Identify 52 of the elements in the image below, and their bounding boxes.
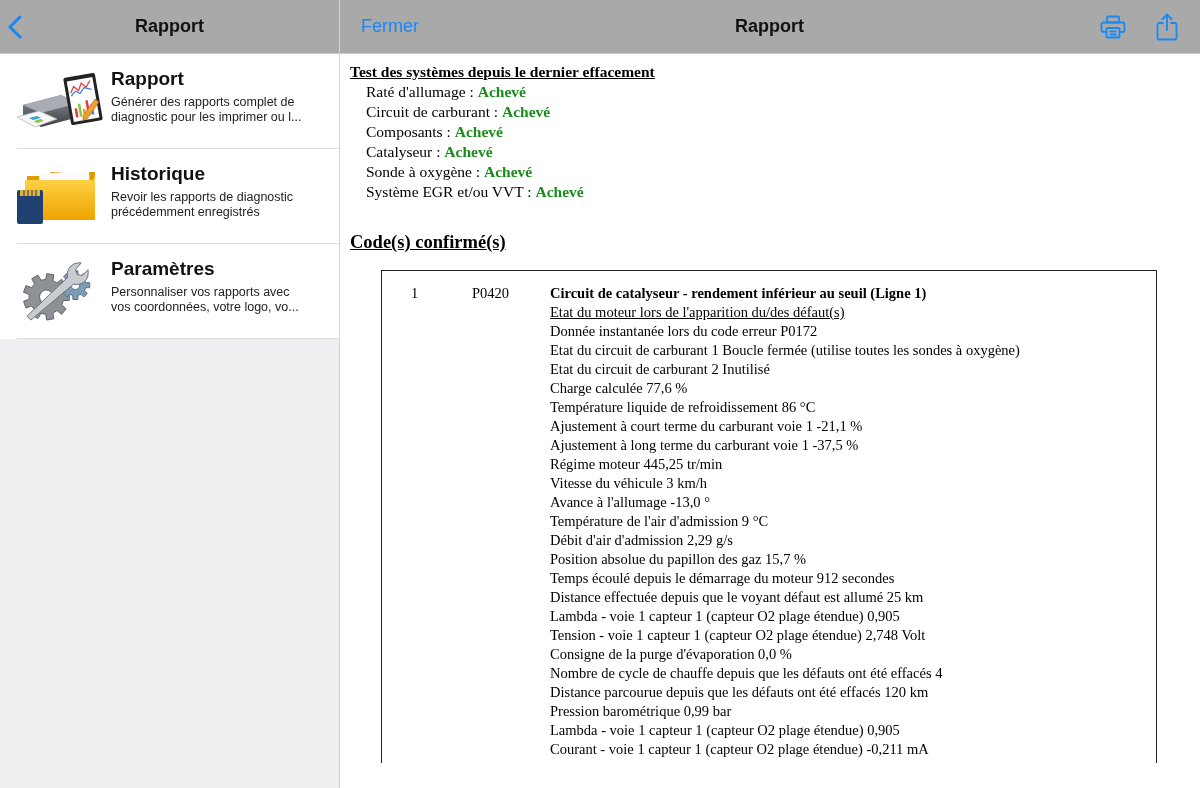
parameter-line: Débit d'air d'admission 2,29 g/s xyxy=(550,531,733,550)
printer-icon xyxy=(1100,14,1126,39)
parameter-line: Ajustement à long terme du carburant voie 1 -37,5 % xyxy=(550,436,859,455)
menu-item-title: Rapport xyxy=(111,67,184,91)
parameter-line: Ajustement à court terme du carburant voie 1 -21,1 % xyxy=(550,417,863,436)
parameter-line: Consigne de la purge d'évaporation 0,0 % xyxy=(550,645,792,664)
parameter-line: Distance parcourue depuis que les défauts ont été effacés 120 km xyxy=(550,683,929,702)
menu-item-title: Paramètres xyxy=(111,257,215,281)
parameter-line: Pression barométrique 0,99 bar xyxy=(550,702,732,721)
parameter-line: Charge calculée 77,6 % xyxy=(550,379,688,398)
share-button[interactable] xyxy=(1156,12,1178,41)
section-heading: Code(s) confirmé(s) xyxy=(350,231,507,254)
menu-item-description: Générer des rapports complet de diagnostic pour les imprimer ou l... xyxy=(111,95,303,125)
parameter-line: Etat du circuit de carburant 1 Boucle fermée (utilise toutes les sondes à oxygène) xyxy=(550,341,1020,360)
parameter-line: Distance effectuée depuis que le voyant défaut est allumé 25 km xyxy=(550,588,924,607)
fault-code: P0420 xyxy=(472,284,511,303)
parameter-line: Tension - voie 1 capteur 1 (capteur O2 plage étendue) 2,748 Volt xyxy=(550,626,926,645)
test-status-line: Circuit de carburant : Achevé xyxy=(365,102,552,122)
parameter-line: Lambda - voie 1 capteur 1 (capteur O2 plage étendue) 0,905 xyxy=(550,721,900,740)
parameter-line: Etat du circuit de carburant 2 Inutilisé xyxy=(550,360,770,379)
freeze-frame-heading: Etat du moteur lors de l'apparition du/des défaut(s) xyxy=(550,303,845,322)
row-number: 1 xyxy=(411,284,420,303)
section-heading: Test des systèmes depuis le dernier effacement xyxy=(350,62,656,82)
navigation-title: Rapport xyxy=(735,16,804,37)
parameter-line: Position absolue du papillon des gaz 15,7 % xyxy=(550,550,807,569)
fault-description: Circuit de catalyseur - rendement inférieur au seuil (Ligne 1) xyxy=(550,284,927,303)
parameter-line: Lambda - voie 1 capteur 1 (capteur O2 plage étendue) 0,905 xyxy=(550,607,900,626)
share-icon xyxy=(1156,12,1178,41)
parameter-line: Avance à l'allumage -13,0 ° xyxy=(550,493,710,512)
parameter-line: Courant - voie 1 capteur 1 (capteur O2 plage étendue) -0,211 mA xyxy=(550,740,929,759)
parameter-line: Vitesse du véhicule 3 km/h xyxy=(550,474,707,493)
parameter-line: Température de l'air d'admission 9 °C xyxy=(550,512,769,531)
navigation-title: Rapport xyxy=(135,16,204,37)
menu-item[interactable]: Paramètres Personnaliser vos rapports avec vos coordonnées, votre logo, vo... xyxy=(17,244,339,339)
menu-item-description: Personnaliser vos rapports avec vos coordonnées, votre logo, vo... xyxy=(111,285,300,315)
menu-item[interactable]: Rapport Générer des rapports complet de diagnostic pour les imprimer ou l... xyxy=(17,54,339,149)
test-status-line: Raté d'allumage : Achevé xyxy=(365,82,527,102)
print-button[interactable] xyxy=(1100,14,1126,39)
menu-item-description: Revoir les rapports de diagnostic précédemment enregistrés xyxy=(111,190,295,220)
test-status-line: Système EGR et/ou VVT : Achevé xyxy=(365,182,585,202)
parameter-line: Régime moteur 445,25 tr/min xyxy=(550,455,723,474)
back-button[interactable] xyxy=(8,14,22,39)
parameter-line: Nombre de cycle de chauffe depuis que les défauts ont été effacés 4 xyxy=(550,664,943,683)
test-status-line: Catalyseur : Achevé xyxy=(365,142,494,162)
parameter-line: Température liquide de refroidissement 86 °C xyxy=(550,398,816,417)
test-status-line: Composants : Achevé xyxy=(365,122,504,142)
test-status-line: Sonde à oxygène : Achevé xyxy=(365,162,534,182)
parameter-line: Temps écoulé depuis le démarrage du moteur 912 secondes xyxy=(550,569,895,588)
menu-item-title: Historique xyxy=(111,162,205,186)
chevron-left-icon xyxy=(8,14,22,39)
parameter-line: Donnée instantanée lors du code erreur P0172 xyxy=(550,322,818,341)
menu-item[interactable]: Historique Revoir les rapports de diagnostic précédemment enregistrés xyxy=(17,149,339,244)
